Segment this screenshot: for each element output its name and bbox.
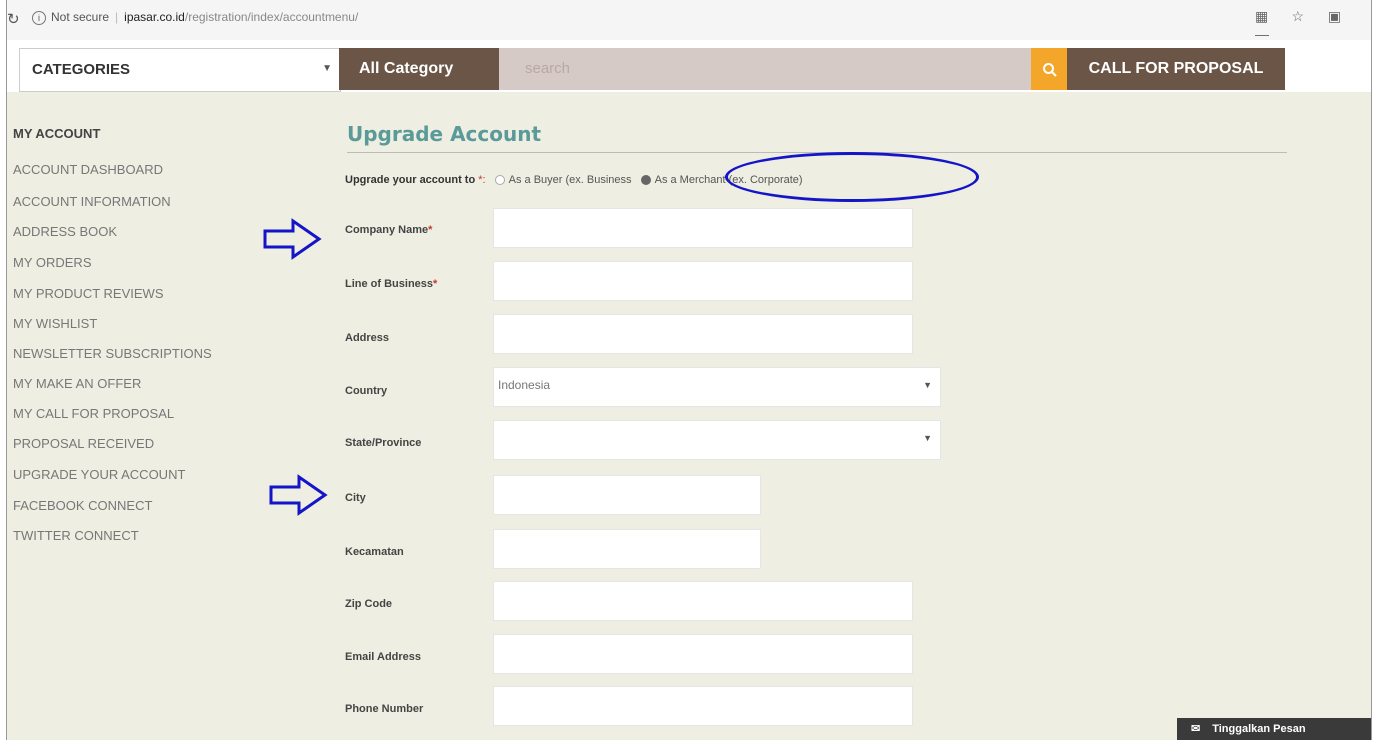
city-input[interactable] (493, 475, 761, 515)
site-header: CATEGORIES ▼ All Category search CALL FO… (7, 40, 1371, 92)
company-name-label: Company Name* (345, 224, 433, 236)
country-select[interactable]: Indonesia ▼ (493, 367, 941, 407)
email-address-label: Email Address (345, 651, 422, 663)
address-input[interactable] (493, 314, 913, 354)
sidebar-item-my-make-an-offer[interactable]: MY MAKE AN OFFER (13, 376, 141, 391)
line-of-business-label: Line of Business* (345, 278, 438, 290)
sidebar-item-twitter-connect[interactable]: TWITTER CONNECT (13, 528, 139, 543)
categories-dropdown[interactable]: CATEGORIES ▼ (19, 48, 341, 92)
browser-window: ↻ i Not secure | ipasar.co.id/registration/… (6, 0, 1372, 740)
url-host: ipasar.co.id (124, 10, 185, 24)
company-name-input[interactable] (493, 208, 913, 248)
search-input[interactable]: search (499, 48, 1031, 90)
sidebar-item-my-wishlist[interactable]: MY WISHLIST (13, 316, 97, 331)
buyer-radio[interactable] (494, 175, 505, 186)
line-of-business-input[interactable] (493, 261, 913, 301)
merchant-radio[interactable] (640, 175, 651, 186)
sidebar-item-address-book[interactable]: ADDRESS BOOK (13, 224, 117, 239)
page-title: Upgrade Account (347, 122, 542, 146)
chat-widget-button[interactable]: ✉ Tinggalkan Pesan (1177, 718, 1371, 740)
categories-label: CATEGORIES (32, 61, 131, 78)
state-province-select[interactable]: ▼ (493, 420, 941, 460)
buyer-option-label[interactable]: As a Buyer (ex. Business (509, 174, 632, 186)
sidebar-item-account-dashboard[interactable]: ACCOUNT DASHBOARD (13, 162, 163, 177)
sidebar-heading: MY ACCOUNT (13, 126, 101, 141)
kecamatan-input[interactable] (493, 529, 761, 569)
sidebar-item-my-orders[interactable]: MY ORDERS (13, 255, 92, 270)
highlight-circle-annotation (725, 152, 979, 202)
translate-icon[interactable]: ▦ (1255, 8, 1273, 24)
required-marker: *: (478, 174, 486, 186)
sidebar-item-newsletter-subscriptions[interactable]: NEWSLETTER SUBSCRIPTIONS (13, 346, 212, 361)
search-icon (1043, 62, 1057, 77)
address-bar[interactable]: i Not secure | ipasar.co.id/registration/in… (32, 6, 1032, 28)
zip-code-input[interactable] (493, 581, 913, 621)
phone-number-label: Phone Number (345, 703, 424, 715)
browser-toolbar: ↻ i Not secure | ipasar.co.id/registration/… (7, 0, 1371, 42)
country-value: Indonesia (498, 378, 551, 392)
search-button[interactable] (1031, 48, 1069, 90)
extension-icon[interactable]: ▣ (1328, 8, 1346, 24)
city-label: City (345, 492, 366, 504)
chevron-down-icon: ▼ (322, 63, 332, 74)
address-label: Address (345, 332, 390, 344)
sidebar-item-my-call-for-proposal[interactable]: MY CALL FOR PROPOSAL (13, 406, 174, 421)
url-path: /registration/index/accountmenu/ (184, 10, 359, 24)
chevron-down-icon: ▼ (923, 380, 932, 390)
envelope-icon: ✉ (1191, 723, 1201, 735)
chevron-down-icon: ▼ (923, 433, 932, 443)
upgrade-label: Upgrade your account to (345, 174, 476, 186)
email-address-input[interactable] (493, 634, 913, 674)
info-icon[interactable]: i (32, 10, 46, 25)
security-label: Not secure (51, 10, 110, 24)
all-category-button[interactable]: All Category (339, 48, 499, 90)
call-for-proposal-button[interactable]: CALL FOR PROPOSAL (1067, 48, 1285, 90)
sidebar-item-upgrade-your-account[interactable]: UPGRADE YOUR ACCOUNT (13, 467, 185, 482)
zip-code-label: Zip Code (345, 598, 393, 610)
browser-extension-icons: ▦ ☆ ▣ — (1241, 8, 1371, 42)
country-label: Country (345, 385, 388, 397)
sidebar-item-facebook-connect[interactable]: FACEBOOK CONNECT (13, 498, 152, 513)
arrow-annotation-icon (263, 218, 322, 260)
arrow-annotation-icon (269, 474, 328, 516)
bookmark-star-icon[interactable]: ☆ (1291, 8, 1309, 24)
state-province-label: State/Province (345, 437, 422, 449)
phone-number-input[interactable] (493, 686, 913, 726)
chat-label: Tinggalkan Pesan (1212, 723, 1306, 735)
sidebar-item-my-product-reviews[interactable]: MY PRODUCT REVIEWS (13, 286, 163, 301)
sidebar-item-proposal-received[interactable]: PROPOSAL RECEIVED (13, 436, 154, 451)
kecamatan-label: Kecamatan (345, 546, 404, 558)
reload-icon[interactable]: ↻ (7, 10, 20, 28)
sidebar-item-account-information[interactable]: ACCOUNT INFORMATION (13, 194, 171, 209)
